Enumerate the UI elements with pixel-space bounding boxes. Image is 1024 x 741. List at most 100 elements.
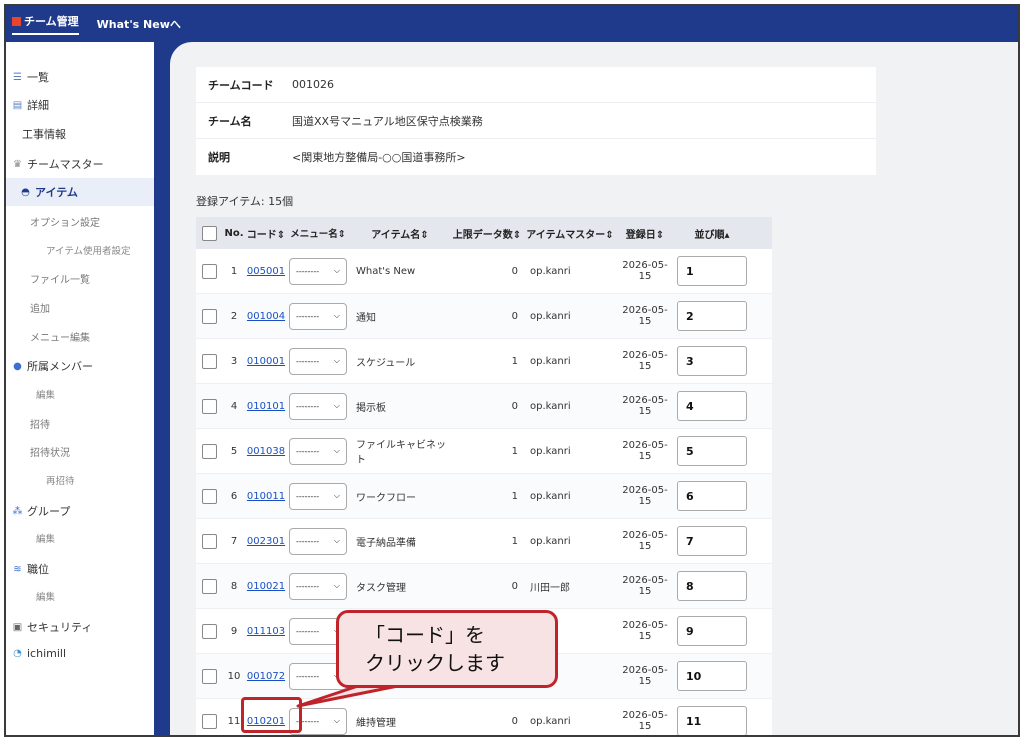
- select-all-checkbox[interactable]: [201, 225, 217, 241]
- row-checkbox[interactable]: [201, 713, 217, 729]
- sidebar-item-15[interactable]: ⁂ グループ: [12, 503, 71, 519]
- order-input[interactable]: 4: [677, 391, 747, 421]
- sidebar-item-13[interactable]: 招待状況: [30, 444, 70, 459]
- sidebar-item-14[interactable]: 再招待: [46, 473, 75, 487]
- menu-select[interactable]: -------- ⌵: [289, 527, 347, 555]
- item-code-link[interactable]: 011103: [247, 626, 285, 637]
- menu-select[interactable]: -------- ⌵: [289, 392, 347, 420]
- header-item-name-sort[interactable]: アイテム名⇕: [350, 226, 450, 241]
- order-input[interactable]: 10: [677, 661, 747, 691]
- sidebar-item-16[interactable]: 編集: [36, 531, 55, 545]
- header-limit-sort[interactable]: 上限データ数⇕: [450, 226, 524, 241]
- order-input[interactable]: 9: [677, 616, 747, 646]
- chevron-down-icon: ⌵: [333, 401, 340, 410]
- sidebar-item-3[interactable]: ♛ チームマスター: [12, 156, 104, 172]
- item-master: op.kanri: [530, 445, 571, 457]
- sidebar-item-5[interactable]: オプション設定: [30, 214, 100, 229]
- sidebar-item-12[interactable]: 招待: [30, 416, 50, 431]
- row-checkbox[interactable]: [201, 578, 217, 594]
- row-checkbox[interactable]: [201, 668, 217, 684]
- menu-select[interactable]: -------- ⌵: [289, 302, 347, 330]
- item-code-link[interactable]: 010011: [247, 491, 285, 502]
- order-input[interactable]: 6: [677, 481, 747, 511]
- menu-select-value: --------: [296, 446, 320, 456]
- sidebar: ☰ 一覧 ▤ 詳細工事情報 ♛ チームマスター ◓ アイテムオプション設定アイテム使用者設定フ…: [6, 42, 154, 735]
- order-input[interactable]: 1: [677, 256, 747, 286]
- item-code-link[interactable]: 005001: [247, 266, 285, 277]
- item-name: 電子納品準備: [356, 537, 416, 549]
- whats-new-link[interactable]: What's Newへ: [97, 16, 181, 32]
- team-info-panel: チームコード 001026 チーム名 国道XX号マニュアル地区保守点検業務 説明…: [196, 67, 876, 175]
- row-checkbox[interactable]: [201, 263, 217, 279]
- tab-team-management[interactable]: チーム管理: [12, 13, 79, 35]
- registered-date: 2026-05-15: [622, 350, 668, 372]
- order-input[interactable]: 11: [677, 706, 747, 735]
- sidebar-item-8[interactable]: 追加: [30, 300, 50, 315]
- header-code-sort[interactable]: コード⇕: [246, 226, 286, 241]
- order-input[interactable]: 5: [677, 436, 747, 466]
- item-code-link[interactable]: 010001: [247, 356, 285, 367]
- team-description-value: <関東地方整備局-○○国道事務所>: [292, 151, 466, 164]
- registered-date: 2026-05-15: [622, 395, 668, 417]
- team-name-label: チーム名: [208, 114, 252, 128]
- sidebar-item-label: アイテム: [35, 186, 78, 199]
- row-checkbox[interactable]: [201, 623, 217, 639]
- header-item-master-sort[interactable]: アイテムマスター⇕: [524, 226, 616, 241]
- sidebar-item-label: グループ: [27, 505, 71, 518]
- sidebar-item-label: チームマスター: [27, 158, 104, 171]
- sidebar-item-7[interactable]: ファイル一覧: [30, 271, 90, 286]
- row-checkbox[interactable]: [201, 308, 217, 324]
- item-code-link[interactable]: 002301: [247, 536, 285, 547]
- top-nav-bar: チーム管理 What's Newへ: [6, 6, 1018, 42]
- sidebar-item-label: セキュリティ: [27, 621, 93, 634]
- sidebar-item-label: 編集: [36, 592, 56, 603]
- item-code-link[interactable]: 001004: [247, 311, 285, 322]
- sidebar-item-20[interactable]: ◔ ichimill: [12, 647, 66, 660]
- sidebar-item-10[interactable]: ● 所属メンバー: [12, 358, 93, 374]
- table-header: No. コード⇕ メニュー名⇕ アイテム名⇕ 上限データ数⇕ アイテムマスター⇕…: [196, 217, 772, 249]
- row-checkbox[interactable]: [201, 443, 217, 459]
- data-limit: 0: [511, 265, 518, 277]
- row-checkbox[interactable]: [201, 398, 217, 414]
- sidebar-divider: [154, 42, 170, 735]
- header-menu-sort[interactable]: メニュー名⇕: [286, 226, 350, 240]
- menu-select[interactable]: -------- ⌵: [289, 257, 347, 285]
- header-date-sort[interactable]: 登録日⇕: [616, 226, 674, 241]
- item-master: op.kanri: [530, 535, 571, 547]
- order-input[interactable]: 2: [677, 301, 747, 331]
- sidebar-item-1[interactable]: ▤ 詳細: [12, 97, 49, 113]
- sidebar-item-9[interactable]: メニュー編集: [30, 329, 90, 344]
- sidebar-item-2[interactable]: 工事情報: [22, 126, 66, 142]
- item-code-link[interactable]: 001038: [247, 446, 285, 457]
- sidebar-item-0[interactable]: ☰ 一覧: [12, 69, 49, 85]
- item-code-link[interactable]: 010101: [247, 401, 285, 412]
- sidebar-item-label: アイテム使用者設定: [46, 246, 131, 257]
- menu-select[interactable]: -------- ⌵: [289, 572, 347, 600]
- menu-select[interactable]: -------- ⌵: [289, 482, 347, 510]
- sidebar-item-18[interactable]: 編集: [36, 589, 55, 603]
- menu-select-value: --------: [296, 536, 320, 546]
- menu-select-value: --------: [296, 671, 320, 681]
- sidebar-item-19[interactable]: ▣ セキュリティ: [12, 619, 93, 635]
- sidebar-item-17[interactable]: ≋ 職位: [12, 561, 49, 577]
- table-row: 4 010101 -------- ⌵ 掲示板 0 op.kanri 2026-05-15 4: [196, 384, 772, 429]
- row-checkbox[interactable]: [201, 353, 217, 369]
- row-checkbox[interactable]: [201, 533, 217, 549]
- chevron-down-icon: ⌵: [333, 581, 340, 590]
- item-code-link[interactable]: 010021: [247, 581, 285, 592]
- list-icon: ☰: [13, 71, 22, 83]
- sidebar-item-6[interactable]: アイテム使用者設定: [46, 243, 131, 257]
- menu-select[interactable]: -------- ⌵: [289, 437, 347, 465]
- item-master: op.kanri: [530, 265, 571, 277]
- menu-select[interactable]: -------- ⌵: [289, 347, 347, 375]
- sidebar-item-4[interactable]: ◓ アイテム: [6, 178, 154, 206]
- sidebar-item-11[interactable]: 編集: [36, 387, 55, 401]
- order-input[interactable]: 3: [677, 346, 747, 376]
- order-input[interactable]: 7: [677, 526, 747, 556]
- item-code-link[interactable]: 001072: [247, 671, 285, 682]
- registered-date: 2026-05-15: [622, 575, 668, 597]
- menu-select-value: --------: [296, 311, 320, 321]
- row-checkbox[interactable]: [201, 488, 217, 504]
- order-input[interactable]: 8: [677, 571, 747, 601]
- header-order-sort[interactable]: 並び順▴: [674, 226, 750, 241]
